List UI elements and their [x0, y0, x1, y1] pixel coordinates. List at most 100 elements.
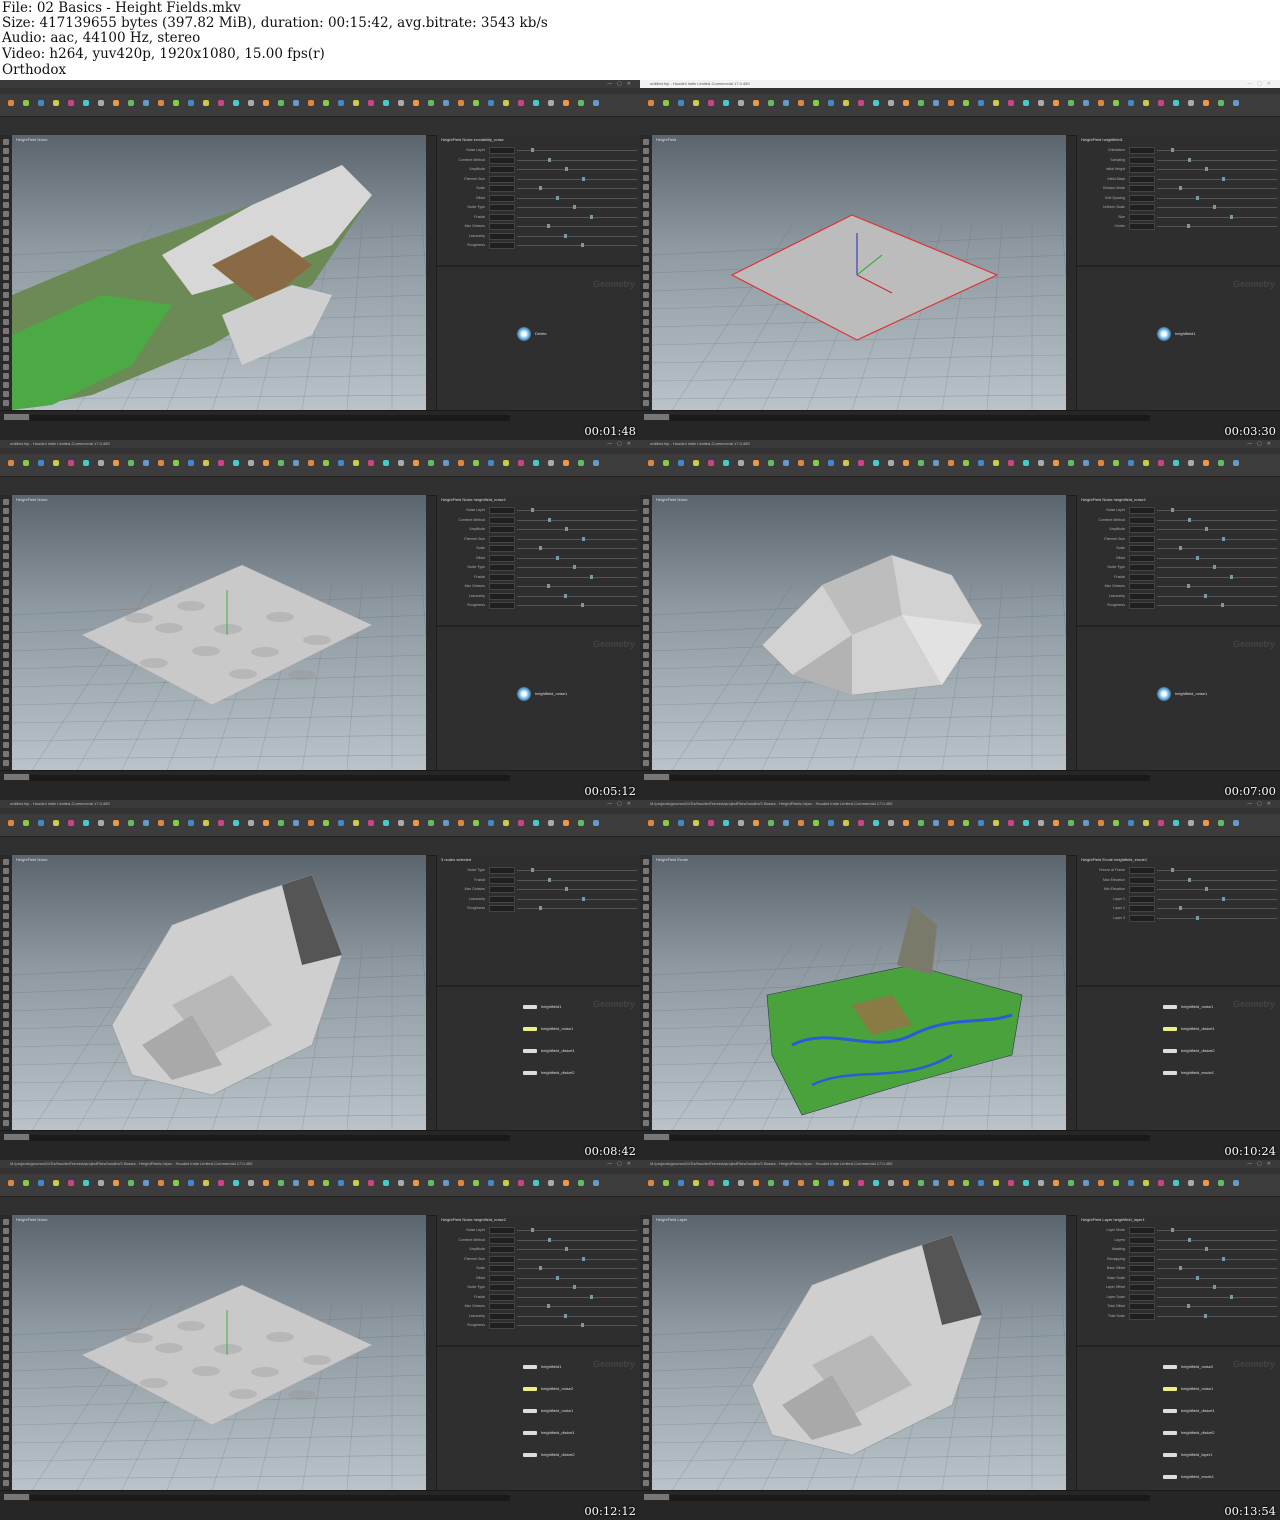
tool-icon[interactable]	[3, 1003, 9, 1009]
parameter-slider[interactable]	[1157, 586, 1277, 587]
tool-icon[interactable]	[643, 175, 649, 181]
network-node[interactable]	[1163, 1027, 1177, 1031]
shelf-tool-icon[interactable]	[693, 1180, 699, 1186]
shelf-tool-icon[interactable]	[428, 820, 434, 826]
shelf-tool-icon[interactable]	[323, 1180, 329, 1186]
shelf-tool-icon[interactable]	[173, 100, 179, 106]
scene-viewport[interactable]: HeightField Noise	[652, 495, 1066, 770]
tool-icon[interactable]	[643, 499, 649, 505]
slider-handle[interactable]	[1171, 148, 1174, 152]
shelf-tool-icon[interactable]	[828, 100, 834, 106]
tool-icon[interactable]	[643, 1426, 649, 1432]
tool-icon[interactable]	[643, 1471, 649, 1477]
window-controls[interactable]: —▢✕	[607, 440, 636, 448]
slider-handle[interactable]	[556, 195, 559, 200]
timeline-scrubber[interactable]	[670, 1135, 1150, 1141]
shelf-tool-icon[interactable]	[128, 100, 134, 106]
shelf-tool-icon[interactable]	[1023, 100, 1029, 106]
slider-handle[interactable]	[573, 205, 576, 209]
slider-handle[interactable]	[1196, 555, 1199, 560]
shelf-tool-icon[interactable]	[963, 100, 969, 106]
network-node[interactable]	[517, 687, 531, 701]
shelf-tool-icon[interactable]	[1008, 820, 1014, 826]
shelf-tool-icon[interactable]	[563, 460, 569, 466]
tool-icon[interactable]	[3, 256, 9, 262]
slider-handle[interactable]	[1222, 896, 1225, 901]
tool-icon[interactable]	[3, 238, 9, 244]
shelf-tool-icon[interactable]	[648, 820, 654, 826]
slider-handle[interactable]	[539, 1266, 542, 1270]
window-controls[interactable]: —▢✕	[1247, 440, 1276, 448]
network-editor[interactable]: Geometry heightfield_noise1 heightfield_di…	[1077, 985, 1280, 1132]
shelf-tool-icon[interactable]	[248, 100, 254, 106]
parameter-field[interactable]	[1129, 1265, 1155, 1272]
parameter-slider[interactable]	[1157, 1296, 1277, 1298]
tool-icon[interactable]	[3, 1039, 9, 1045]
shelf-tool-icon[interactable]	[278, 1180, 284, 1186]
scene-viewport[interactable]: HeightField Noise	[12, 135, 426, 410]
shelf-tool-icon[interactable]	[578, 100, 584, 106]
tool-icon[interactable]	[3, 589, 9, 595]
timeline-scrubber[interactable]	[30, 1135, 510, 1141]
parameter-field[interactable]	[1129, 1255, 1155, 1263]
shelf-tool-icon[interactable]	[678, 1180, 684, 1186]
slider-handle[interactable]	[573, 1285, 576, 1289]
slider-handle[interactable]	[556, 555, 559, 560]
tool-icon[interactable]	[643, 634, 649, 640]
parameter-slider[interactable]	[517, 150, 637, 151]
tool-icon[interactable]	[643, 1300, 649, 1306]
shelf-tool-icon[interactable]	[293, 1180, 299, 1186]
parameter-field[interactable]	[1129, 204, 1155, 211]
shelf-tool-icon[interactable]	[678, 820, 684, 826]
tool-icon[interactable]	[3, 1273, 9, 1279]
slider-handle[interactable]	[531, 868, 534, 872]
parameter-slider[interactable]	[517, 605, 637, 606]
network-node[interactable]	[1163, 1365, 1177, 1369]
tool-icon[interactable]	[3, 337, 9, 343]
shelf-tool-icon[interactable]	[173, 820, 179, 826]
tool-icon[interactable]	[643, 517, 649, 523]
shelf-tool-icon[interactable]	[368, 820, 374, 826]
shelf-tool-icon[interactable]	[383, 460, 389, 466]
shelf-tool-icon[interactable]	[233, 100, 239, 106]
shelf-tool-icon[interactable]	[203, 820, 209, 826]
tool-icon[interactable]	[643, 1012, 649, 1018]
tool-icon[interactable]	[643, 1354, 649, 1360]
parameter-field[interactable]	[489, 564, 515, 571]
parameter-slider[interactable]	[517, 1296, 637, 1298]
tool-icon[interactable]	[3, 310, 9, 316]
shelf-tool-icon[interactable]	[203, 1180, 209, 1186]
parameter-slider[interactable]	[517, 1239, 637, 1241]
slider-handle[interactable]	[1188, 517, 1191, 522]
shelf-tool-icon[interactable]	[708, 460, 714, 466]
shelf-tool-icon[interactable]	[473, 1180, 479, 1186]
parameter-slider[interactable]	[517, 159, 637, 161]
shelf-tool-icon[interactable]	[188, 100, 194, 106]
playback-button[interactable]	[664, 1134, 669, 1140]
slider-handle[interactable]	[564, 593, 567, 598]
shelf-tool-icon[interactable]	[188, 460, 194, 466]
scene-viewport[interactable]: HeightField	[652, 135, 1066, 410]
shelf-tool-icon[interactable]	[23, 1180, 29, 1186]
parameter-field[interactable]	[1129, 166, 1155, 173]
shelf-tool-icon[interactable]	[993, 460, 999, 466]
tool-icon[interactable]	[643, 139, 649, 145]
parameter-slider[interactable]	[1157, 898, 1277, 900]
parameter-field[interactable]	[489, 573, 515, 581]
slider-handle[interactable]	[1179, 906, 1182, 910]
parameter-slider[interactable]	[1157, 226, 1277, 227]
shelf-tool-icon[interactable]	[503, 460, 509, 466]
tool-icon[interactable]	[643, 670, 649, 676]
parameter-slider[interactable]	[517, 1230, 637, 1231]
tool-icon[interactable]	[3, 904, 9, 910]
window-controls[interactable]: —▢✕	[607, 80, 636, 88]
tool-icon[interactable]	[643, 1435, 649, 1441]
playback-button[interactable]	[664, 774, 669, 780]
shelf-tool-icon[interactable]	[113, 1180, 119, 1186]
tool-icon[interactable]	[3, 1300, 9, 1306]
shelf-tool-icon[interactable]	[413, 820, 419, 826]
tool-icon[interactable]	[3, 751, 9, 757]
shelf-tool-icon[interactable]	[53, 820, 59, 826]
tool-icon[interactable]	[643, 643, 649, 649]
shelf-tool-icon[interactable]	[948, 820, 954, 826]
